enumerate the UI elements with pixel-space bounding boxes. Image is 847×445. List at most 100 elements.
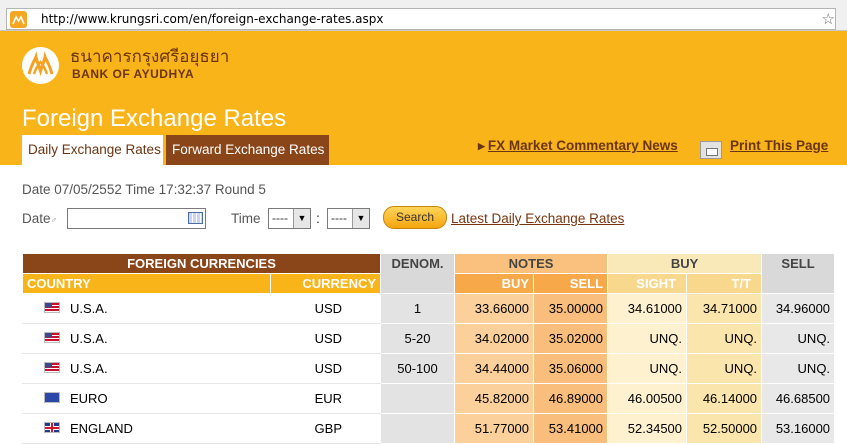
minute-select[interactable]: ---- ▼ — [327, 208, 370, 229]
currency-cell: GBP — [269, 413, 382, 444]
notes-sell-cell: 46.89000 — [533, 383, 609, 414]
page-title: Foreign Exchange Rates — [22, 105, 287, 132]
header-notes-sell: SELL — [533, 273, 609, 294]
latest-daily-rates-link[interactable]: Latest Daily Exchange Rates — [451, 211, 624, 226]
table-row: U.S.A. USD 1 33.66000 35.00000 34.61000 … — [22, 293, 836, 324]
fx-market-commentary-link[interactable]: ▶ FX Market Commentary News — [478, 138, 678, 153]
tt-cell: 52.50000 — [686, 413, 763, 444]
currency-cell: USD — [269, 323, 382, 354]
required-marker-icon: ♂ — [50, 215, 58, 225]
denom-cell: 5-20 — [380, 323, 456, 354]
chevron-down-icon[interactable]: ▼ — [293, 209, 310, 228]
url-field[interactable]: http://www.krungsri.com/en/foreign-excha… — [6, 8, 836, 30]
us-flag-icon — [44, 362, 60, 373]
header-foreign-currencies: FOREIGN CURRENCIES — [21, 253, 382, 274]
tt-cell: 46.14000 — [686, 383, 763, 414]
sight-cell: UNQ. — [607, 353, 688, 384]
print-this-page-link[interactable]: Print This Page — [730, 138, 828, 153]
date-input[interactable] — [67, 208, 206, 229]
tt-cell: 34.71000 — [686, 293, 763, 324]
printer-icon[interactable] — [700, 141, 722, 159]
exchange-rates-table: FOREIGN CURRENCIES DENOM. NOTES BUY SELL… — [21, 253, 836, 444]
header-tt: T/T — [686, 273, 763, 294]
url-text: http://www.krungsri.com/en/foreign-excha… — [41, 12, 384, 26]
time-label: Time — [231, 211, 261, 226]
rate-date-info: Date 07/05/2552 Time 17:32:37 Round 5 — [22, 182, 266, 197]
gb-flag-icon — [44, 422, 60, 433]
tt-cell: UNQ. — [686, 353, 763, 384]
header-sell: SELL — [761, 253, 836, 294]
tab-daily-exchange-rates[interactable]: Daily Exchange Rates — [22, 135, 163, 165]
tt-cell: UNQ. — [686, 323, 763, 354]
sell-cell: UNQ. — [761, 353, 836, 384]
notes-sell-cell: 35.02000 — [533, 323, 609, 354]
hour-select-value: ---- — [272, 211, 288, 225]
bookmark-star-icon[interactable]: ☆ — [822, 10, 835, 28]
country-cell: U.S.A. — [22, 323, 271, 354]
header-sight: SIGHT — [607, 273, 688, 294]
denom-cell — [380, 383, 456, 414]
header-notes: NOTES — [454, 253, 609, 274]
denom-cell: 1 — [380, 293, 456, 324]
sell-cell: 46.68500 — [761, 383, 836, 414]
krungsri-logo-icon[interactable] — [22, 47, 59, 84]
eu-flag-icon — [44, 392, 60, 403]
site-header: ธนาคารกรุงศรีอยุธยา BANK OF AYUDHYA Fore… — [0, 31, 847, 165]
header-denom: DENOM. — [380, 253, 456, 294]
us-flag-icon — [44, 302, 60, 313]
table-row: U.S.A. USD 50-100 34.44000 35.06000 UNQ.… — [22, 353, 836, 384]
time-separator: : — [316, 210, 320, 226]
sell-cell: 34.96000 — [761, 293, 836, 324]
date-label-text: Date — [22, 211, 51, 226]
tab-forward-exchange-rates[interactable]: Forward Exchange Rates — [166, 135, 329, 165]
table-row: EURO EUR 45.82000 46.89000 46.00500 46.1… — [22, 383, 836, 414]
triangle-right-icon: ▶ — [478, 141, 485, 151]
sell-cell: UNQ. — [761, 323, 836, 354]
country-name: ENGLAND — [70, 421, 133, 436]
sight-cell: 34.61000 — [607, 293, 688, 324]
browser-address-bar: http://www.krungsri.com/en/foreign-excha… — [0, 0, 847, 31]
calendar-icon[interactable] — [188, 212, 203, 224]
search-button[interactable]: Search — [383, 206, 447, 229]
notes-buy-cell: 33.66000 — [454, 293, 535, 324]
currency-cell: EUR — [269, 383, 382, 414]
country-name: U.S.A. — [70, 301, 108, 316]
notes-buy-cell: 34.44000 — [454, 353, 535, 384]
table-row: U.S.A. USD 5-20 34.02000 35.02000 UNQ. U… — [22, 323, 836, 354]
country-name: U.S.A. — [70, 361, 108, 376]
notes-sell-cell: 53.41000 — [533, 413, 609, 444]
country-name: EURO — [70, 391, 108, 406]
sell-cell: 53.16000 — [761, 413, 836, 444]
table-row: ENGLAND GBP 51.77000 53.41000 52.34500 5… — [22, 413, 836, 444]
currency-cell: USD — [269, 353, 382, 384]
notes-sell-cell: 35.00000 — [533, 293, 609, 324]
chevron-down-icon[interactable]: ▼ — [352, 209, 369, 228]
header-buy: BUY — [607, 253, 763, 274]
sight-cell: 46.00500 — [607, 383, 688, 414]
country-cell: EURO — [22, 383, 271, 414]
currency-cell: USD — [269, 293, 382, 324]
notes-buy-cell: 34.02000 — [454, 323, 535, 354]
country-cell: U.S.A. — [22, 293, 271, 324]
denom-cell: 50-100 — [380, 353, 456, 384]
country-name: U.S.A. — [70, 331, 108, 346]
us-flag-icon — [44, 332, 60, 343]
notes-sell-cell: 35.06000 — [533, 353, 609, 384]
krungsri-favicon-icon — [10, 11, 27, 28]
country-cell: U.S.A. — [22, 353, 271, 384]
header-notes-buy: BUY — [454, 273, 535, 294]
sight-cell: 52.34500 — [607, 413, 688, 444]
date-label: Date♂ — [22, 211, 57, 226]
header-currency: CURRENCY — [269, 273, 382, 294]
minute-select-value: ---- — [331, 211, 347, 225]
fx-market-commentary-label: FX Market Commentary News — [487, 138, 678, 153]
denom-cell — [380, 413, 456, 444]
notes-buy-cell: 51.77000 — [454, 413, 535, 444]
header-country: COUNTRY — [22, 273, 271, 294]
logo-thai-name: ธนาคารกรุงศรีอยุธยา — [70, 47, 230, 67]
hour-select[interactable]: ---- ▼ — [268, 208, 311, 229]
country-cell: ENGLAND — [22, 413, 271, 444]
sight-cell: UNQ. — [607, 323, 688, 354]
logo-english-name: BANK OF AYUDHYA — [72, 67, 195, 81]
notes-buy-cell: 45.82000 — [454, 383, 535, 414]
